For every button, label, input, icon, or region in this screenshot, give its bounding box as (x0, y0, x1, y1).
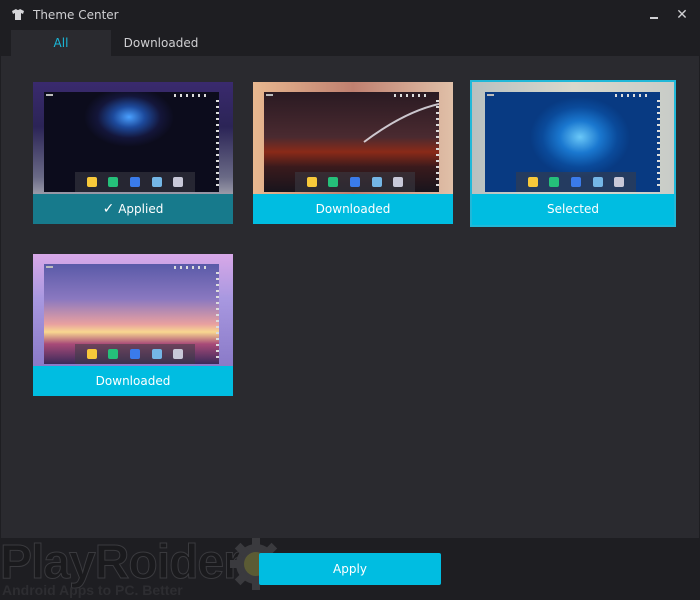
theme-grid: ✓ Applied Downloaded Selected Downloaded (1, 56, 699, 538)
watermark-tagline: Android Apps to PC. Better (2, 582, 183, 598)
browser-icon (129, 177, 140, 187)
mail-icon (614, 177, 625, 187)
theme-status-label: Downloaded (33, 366, 233, 396)
theme-status-label: Downloaded (253, 194, 453, 224)
folder-icon (306, 177, 317, 187)
dock (295, 172, 415, 192)
theme-card-comet[interactable]: Downloaded (253, 82, 453, 224)
theme-card-galaxy[interactable]: ✓ Applied (33, 82, 233, 224)
theme-thumbnail (472, 82, 674, 194)
folder-icon (527, 177, 538, 187)
download-icon (328, 177, 339, 187)
browser-icon (349, 177, 360, 187)
folder-icon (86, 177, 97, 187)
dock (75, 344, 195, 364)
close-button[interactable]: ✕ (672, 6, 692, 26)
download-icon (549, 177, 560, 187)
minimize-icon (650, 17, 658, 19)
minimize-button[interactable] (645, 6, 665, 26)
tab-all[interactable]: All (11, 30, 111, 56)
browser-icon (129, 349, 140, 359)
download-icon (108, 349, 119, 359)
title-bar: Theme Center ✕ (0, 0, 700, 30)
checkmark-icon: ✓ (102, 201, 115, 217)
theme-status-label: Selected (472, 194, 674, 225)
tshirt-icon (12, 9, 24, 20)
screen-preview (44, 92, 219, 192)
theme-card-sunset[interactable]: Downloaded (33, 254, 233, 396)
window-title: Theme Center (33, 8, 119, 22)
theme-center-window: Theme Center ✕ All Downloaded ✓ Applied … (0, 0, 700, 600)
monitor-icon (371, 177, 382, 187)
theme-thumbnail (253, 82, 453, 194)
browser-icon (570, 177, 581, 187)
download-icon (108, 177, 119, 187)
theme-status-label: ✓ Applied (33, 194, 233, 224)
dock (75, 172, 195, 192)
close-icon: ✕ (676, 7, 688, 23)
mail-icon (173, 177, 184, 187)
dock (516, 172, 636, 192)
tab-bar: All Downloaded (0, 30, 700, 56)
theme-card-blue-feathers[interactable]: Selected (470, 80, 676, 227)
monitor-icon (592, 177, 603, 187)
tab-downloaded[interactable]: Downloaded (111, 30, 211, 56)
mail-icon (173, 349, 184, 359)
monitor-icon (151, 177, 162, 187)
theme-thumbnail (33, 254, 233, 366)
screen-preview (485, 92, 660, 192)
monitor-icon (151, 349, 162, 359)
apply-button[interactable]: Apply (259, 553, 441, 585)
screen-preview (44, 264, 219, 364)
screen-preview (264, 92, 439, 192)
folder-icon (86, 349, 97, 359)
theme-thumbnail (33, 82, 233, 194)
mail-icon (393, 177, 404, 187)
